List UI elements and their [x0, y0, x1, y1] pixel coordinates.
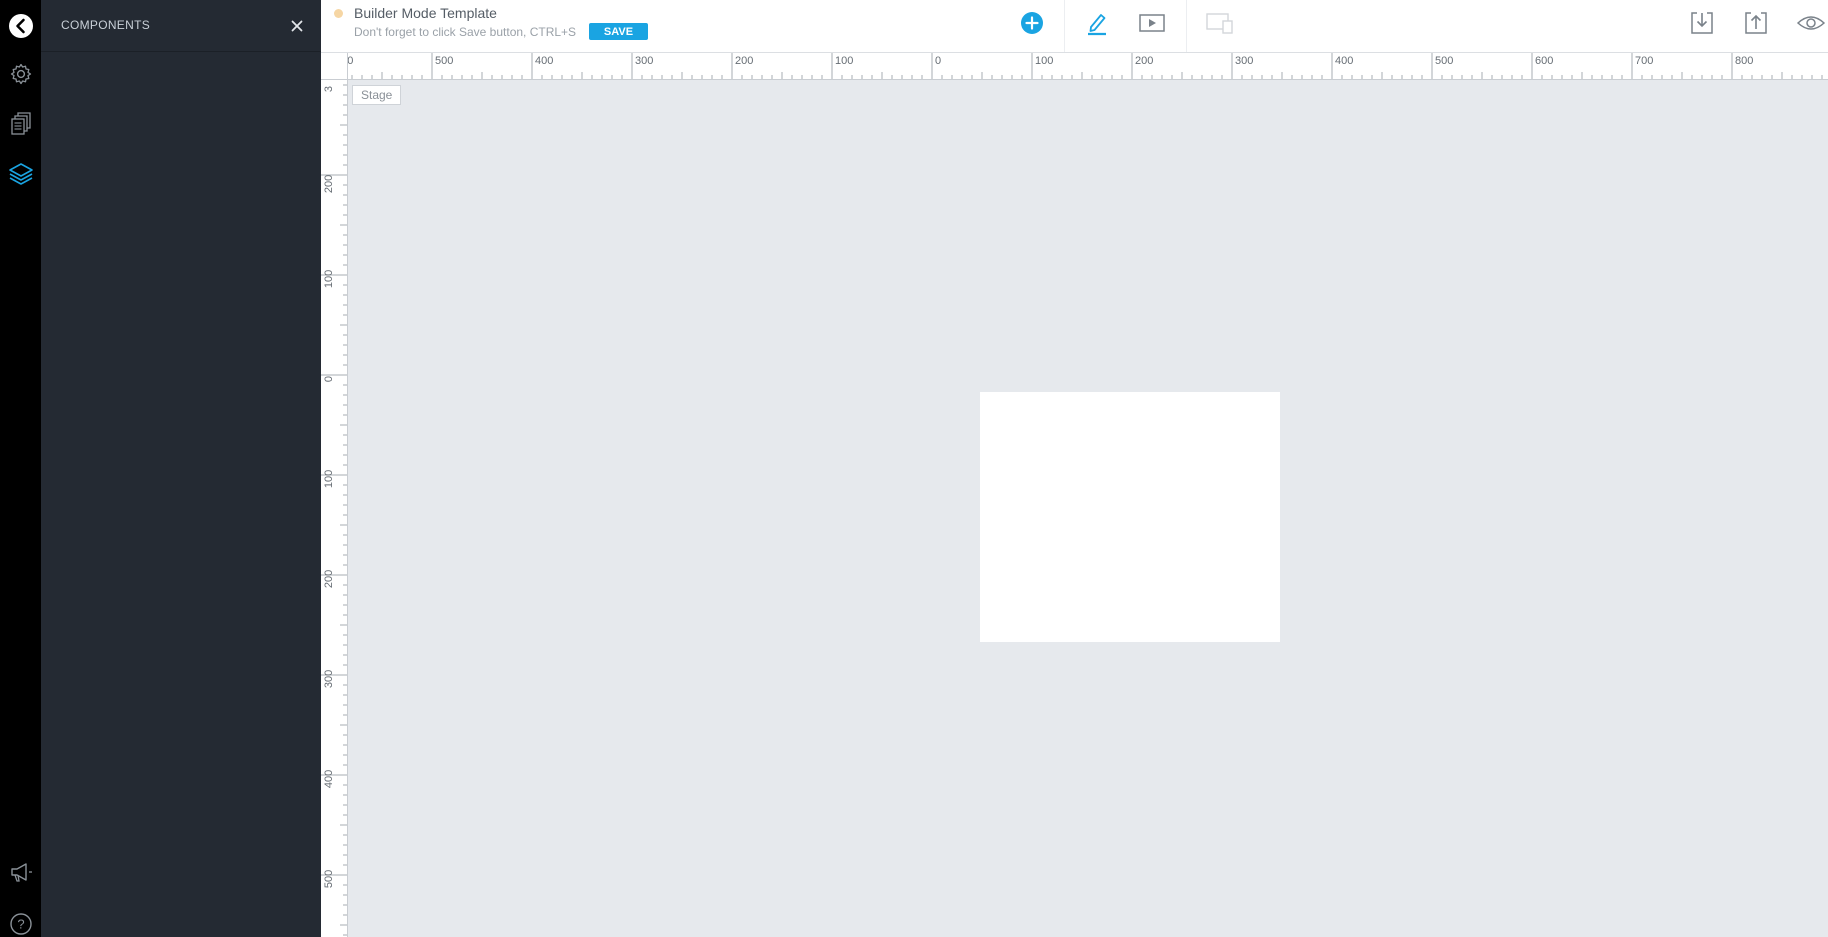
responsive-devices-icon[interactable] — [1205, 8, 1235, 38]
ruler-label: 0 — [935, 55, 941, 67]
export-upload-icon[interactable] — [1741, 8, 1771, 38]
svg-text:?: ? — [17, 917, 24, 932]
ruler-label: 100 — [1035, 55, 1053, 67]
ruler-label: 600 — [1535, 55, 1553, 67]
ruler-label: 300 — [635, 55, 653, 67]
toolbar-divider — [1064, 0, 1065, 52]
components-panel: COMPONENTS — [41, 0, 321, 937]
panel-title: COMPONENTS — [61, 18, 151, 32]
ruler-label: 300 — [323, 670, 335, 688]
stage-label: Stage — [352, 85, 402, 105]
save-button[interactable]: SAVE — [589, 23, 648, 40]
edit-pencil-icon[interactable] — [1082, 8, 1112, 38]
toolbar-divider — [1186, 0, 1187, 52]
ruler-label: 0 — [323, 376, 335, 382]
help-icon[interactable]: ? — [0, 906, 41, 937]
ruler-label: 200 — [323, 175, 335, 193]
ruler-label: 200 — [323, 570, 335, 588]
ruler-label: 100 — [323, 270, 335, 288]
ruler-label: 400 — [535, 55, 553, 67]
icon-rail: ? — [0, 0, 41, 937]
save-hint: Don't forget to click Save button, CTRL+… — [354, 25, 577, 39]
view-eye-icon[interactable] — [1795, 8, 1827, 38]
back-arrow-icon[interactable] — [0, 8, 41, 44]
ruler-label: 500 — [435, 55, 453, 67]
ruler-label: 100 — [323, 470, 335, 488]
horizontal-ruler: 6005004003002001000100200300400500600700… — [321, 53, 1828, 80]
preview-play-icon[interactable] — [1137, 8, 1167, 38]
document-title: Builder Mode Template — [354, 5, 497, 21]
pages-icon[interactable] — [0, 106, 41, 142]
import-download-icon[interactable] — [1687, 8, 1717, 38]
vertical-ruler: 3 200 100 0 100 200 300 400 500 — [321, 80, 348, 937]
layers-icon[interactable] — [0, 156, 41, 192]
ruler-corner — [321, 53, 348, 80]
announcement-icon[interactable] — [0, 854, 41, 890]
add-component-icon[interactable] — [1017, 8, 1047, 38]
ruler-label: 400 — [1335, 55, 1353, 67]
settings-gear-icon[interactable] — [0, 56, 41, 92]
ruler-label: 500 — [1435, 55, 1453, 67]
ruler-label: 800 — [1735, 55, 1753, 67]
ruler-label: 500 — [323, 870, 335, 888]
panel-header: COMPONENTS — [41, 0, 321, 52]
unsaved-status-dot — [334, 9, 343, 18]
ruler-label: 200 — [1135, 55, 1153, 67]
close-icon[interactable] — [287, 16, 307, 36]
canvas-area[interactable]: Stage — [348, 80, 1828, 937]
ruler-label: 100 — [835, 55, 853, 67]
ruler-label: 300 — [1235, 55, 1253, 67]
ruler-label: 700 — [1635, 55, 1653, 67]
ruler-label: 3 — [323, 86, 335, 92]
ruler-label: 400 — [323, 770, 335, 788]
top-bar: Builder Mode Template Don't forget to cl… — [321, 0, 1828, 53]
ruler-label: 200 — [735, 55, 753, 67]
stage-artboard[interactable] — [980, 392, 1280, 642]
